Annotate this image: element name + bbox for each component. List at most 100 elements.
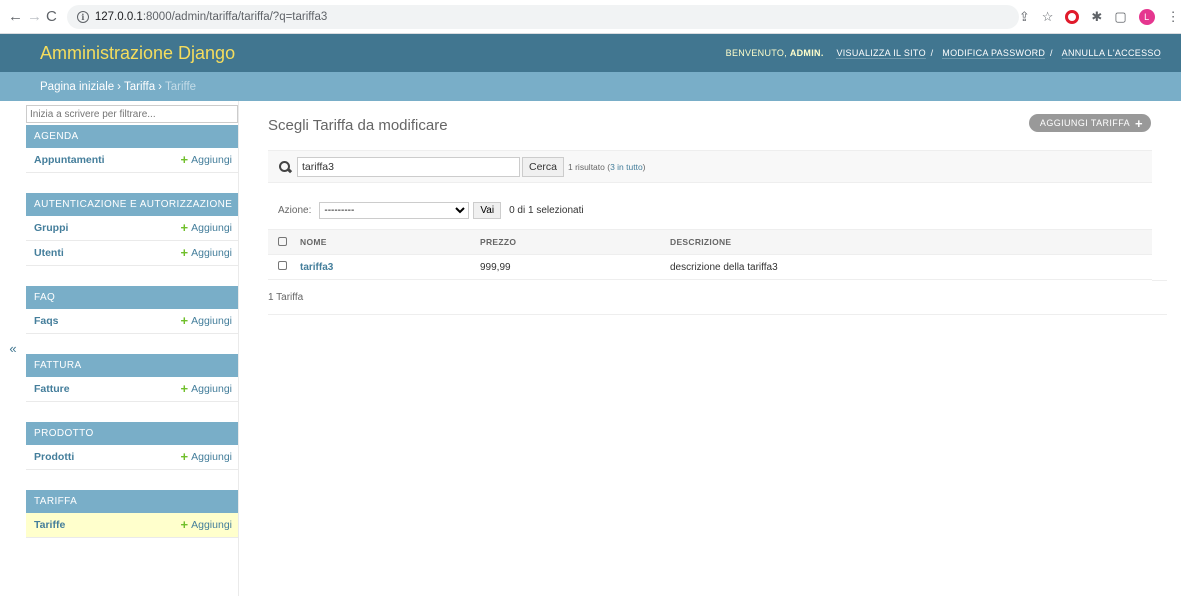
app-caption[interactable]: Autenticazione e autorizzazione: [26, 193, 238, 216]
sidebar-add-label: Aggiungi: [191, 519, 232, 531]
search-button[interactable]: Cerca: [522, 156, 565, 177]
sidebar-add-link[interactable]: + Aggiungi: [180, 313, 232, 328]
sidebar-model-link[interactable]: Fatture: [34, 383, 70, 395]
breadcrumb: Pagina iniziale › Tariffa › Tariffe: [0, 72, 1181, 101]
plus-icon: +: [1135, 115, 1143, 131]
action-label: Azione:: [278, 205, 312, 216]
add-tariffa-button[interactable]: Aggiungi tariffa +: [1028, 114, 1151, 132]
sidebar-model-link[interactable]: Tariffe: [34, 519, 65, 531]
opera-extension-icon[interactable]: [1065, 9, 1080, 24]
sidepanel-icon[interactable]: ▢: [1114, 9, 1126, 25]
app-caption[interactable]: Fattura: [26, 354, 238, 377]
sidebar-filter-input[interactable]: [26, 105, 238, 123]
app-module: Prodotto Prodotti + Aggiungi: [26, 422, 238, 470]
main-area: « AgendaAppuntamenti+AggiungiAutenticazi…: [0, 101, 1181, 596]
sidebar-model-link[interactable]: Prodotti: [34, 451, 74, 463]
username: admin.: [789, 48, 824, 58]
app-module: Fattura Fatture + Aggiungi: [26, 354, 238, 402]
site-branding[interactable]: Amministrazione Django: [40, 43, 235, 64]
url-host: 127.0.0.1: [94, 10, 143, 23]
row-select-checkbox[interactable]: [278, 261, 287, 270]
sidebar-add-label: Aggiungi: [191, 222, 232, 234]
table-header-row: Nome Prezzo Descrizione: [268, 229, 1152, 255]
paginator: 1 Tariffa: [268, 281, 1167, 315]
app-caption[interactable]: Tariffa: [26, 490, 238, 513]
reload-icon[interactable]: C: [46, 7, 57, 27]
app-caption[interactable]: Faq: [26, 286, 238, 309]
sidebar-item: Utenti + Aggiungi: [26, 241, 238, 266]
result-count: 1 risultato (3 in tutto): [568, 161, 646, 172]
sidebar-item: Appuntamenti + Aggiungi: [26, 148, 238, 173]
sidebar-model-link[interactable]: Gruppi: [34, 222, 68, 234]
forward-arrow-icon[interactable]: →: [27, 7, 42, 27]
row-descrizione: descrizione della tariffa3: [670, 254, 1152, 280]
sidebar-model-link[interactable]: Utenti: [34, 247, 64, 259]
share-icon[interactable]: ⇪: [1019, 9, 1030, 25]
sidebar-add-link[interactable]: + Aggiungi: [180, 381, 232, 396]
sidebar-add-link[interactable]: + Aggiungi: [180, 220, 232, 235]
sidebar-add-label: Aggiungi: [191, 383, 232, 395]
user-tools: Benvenuto, admin. Visualizza il sito / M…: [725, 48, 1161, 59]
sidebar-item: Fatture + Aggiungi: [26, 377, 238, 402]
puzzle-extensions-icon[interactable]: ✱: [1091, 9, 1102, 25]
sidebar-add-label: Aggiungi: [191, 154, 232, 166]
column-header-prezzo[interactable]: Prezzo: [480, 229, 670, 255]
back-arrow-icon[interactable]: ←: [8, 7, 23, 27]
results-table: Nome Prezzo Descrizione tariffa3 999,99 …: [268, 229, 1152, 280]
show-all-link[interactable]: 3 in tutto: [610, 162, 643, 172]
breadcrumb-home[interactable]: Pagina iniziale: [40, 81, 114, 93]
logout-link[interactable]: Annulla l'accesso: [1061, 48, 1161, 59]
address-bar[interactable]: i 127.0.0.1:8000/admin/tariffa/tariffa/?…: [66, 4, 1019, 29]
browser-extensions: ⇪ ☆ ✱ ▢ L ⋮: [1019, 8, 1181, 25]
sidebar-item: Tariffe + Aggiungi: [26, 513, 238, 538]
menu-kebab-icon[interactable]: ⋮: [1167, 9, 1180, 25]
sidebar-add-link[interactable]: + Aggiungi: [180, 152, 232, 167]
table-row: tariffa3 999,99 descrizione della tariff…: [268, 254, 1152, 280]
app-module: Autenticazione e autorizzazione Gruppi + Ag…: [26, 193, 238, 266]
app-caption[interactable]: Prodotto: [26, 422, 238, 445]
sidebar-model-link[interactable]: Appuntamenti: [34, 154, 105, 166]
breadcrumb-current: Tariffe: [164, 80, 197, 93]
sidebar-item: Prodotti + Aggiungi: [26, 445, 238, 470]
add-plus-icon: +: [180, 449, 189, 464]
sidebar-add-link[interactable]: + Aggiungi: [180, 245, 232, 260]
sidebar-add-link[interactable]: + Aggiungi: [180, 449, 232, 464]
bookmark-star-icon[interactable]: ☆: [1042, 9, 1054, 25]
sidebar-item: Gruppi + Aggiungi: [26, 216, 238, 241]
sidebar-add-label: Aggiungi: [191, 451, 232, 463]
add-plus-icon: +: [180, 220, 189, 235]
breadcrumb-app[interactable]: Tariffa: [124, 81, 155, 93]
browser-toolbar: ← → C i 127.0.0.1:8000/admin/tariffa/tar…: [0, 0, 1181, 34]
sidebar-add-link[interactable]: + Aggiungi: [180, 517, 232, 532]
select-all-checkbox[interactable]: [278, 236, 287, 246]
row-prezzo: 999,99: [480, 254, 670, 280]
change-password-link[interactable]: Modifica password: [942, 48, 1046, 59]
add-plus-icon: +: [180, 152, 189, 167]
app-module: Agenda Appuntamenti + Aggiungi: [26, 125, 238, 173]
welcome-text: Benvenuto,: [725, 48, 788, 58]
view-site-link[interactable]: Visualizza il sito: [836, 48, 926, 59]
app-module: Tariffa Tariffe + Aggiungi: [26, 490, 238, 538]
app-module: Faq Faqs + Aggiungi: [26, 286, 238, 334]
page-title: Scegli Tariffa da modificare: [268, 117, 448, 134]
column-header-descrizione[interactable]: Descrizione: [670, 229, 1152, 255]
action-select[interactable]: ---------: [319, 202, 470, 219]
sidebar-add-label: Aggiungi: [191, 315, 232, 327]
app-caption[interactable]: Agenda: [26, 125, 238, 148]
profile-avatar[interactable]: L: [1138, 8, 1155, 25]
search-input[interactable]: [297, 156, 520, 177]
sidebar-model-link[interactable]: Faqs: [34, 315, 59, 327]
add-plus-icon: +: [180, 381, 189, 396]
toggle-sidebar-button[interactable]: «: [0, 101, 26, 596]
site-info-icon[interactable]: i: [76, 10, 89, 23]
add-plus-icon: +: [180, 517, 189, 532]
sidebar-item: Faqs + Aggiungi: [26, 309, 238, 334]
row-nome-link[interactable]: tariffa3: [300, 262, 333, 273]
run-action-button[interactable]: Vai: [473, 202, 502, 219]
add-plus-icon: +: [180, 245, 189, 260]
column-header-nome[interactable]: Nome: [300, 229, 480, 255]
add-plus-icon: +: [180, 313, 189, 328]
selection-counter: 0 di 1 selezionati: [509, 205, 584, 216]
admin-header: Amministrazione Django Benvenuto, admin.…: [0, 34, 1181, 72]
add-tariffa-label: Aggiungi tariffa: [1039, 118, 1130, 128]
